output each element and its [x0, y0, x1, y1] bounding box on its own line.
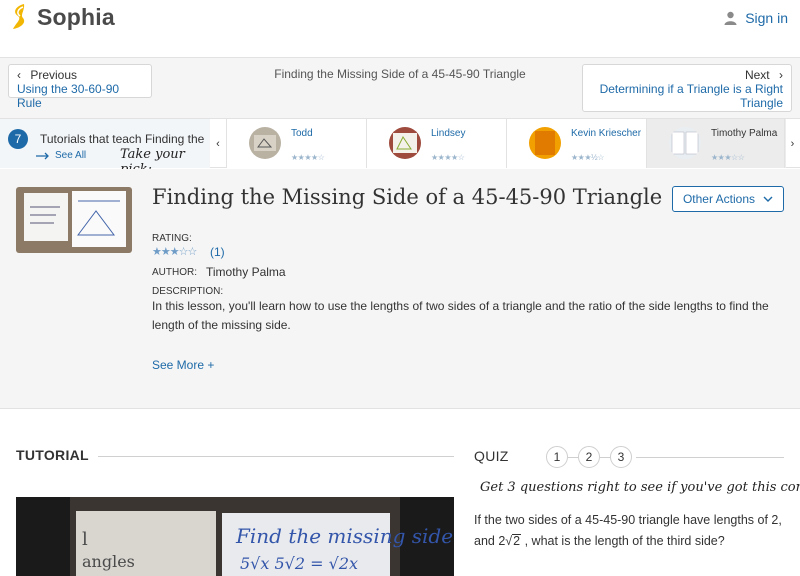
rating-count[interactable]: (1) [210, 245, 225, 259]
lesson-navigation: ‹ Previous Using the 30-60-90 Rule Findi… [0, 58, 800, 118]
site-header: Sophia Sign in [0, 0, 800, 58]
see-all-link[interactable]: See All [36, 150, 86, 161]
tutor-name: Lindsey [431, 128, 466, 139]
rating-stars: ★★★½☆ [571, 153, 604, 162]
chevron-left-icon: ‹ [17, 68, 21, 82]
previous-label-row: ‹ Previous [17, 68, 143, 82]
rating-stars: ★★★★☆ [291, 153, 325, 162]
rating-stars: ★★★☆☆ [711, 153, 745, 162]
carousel-next-button[interactable]: › [784, 119, 800, 168]
tutorials-carousel: 7 Tutorials that teach Finding the See A… [0, 118, 800, 177]
see-more-link[interactable]: See More + [152, 358, 214, 372]
tutorial-card-lindsey[interactable]: Lindsey ★★★★☆ [366, 119, 506, 168]
author-name: Timothy Palma [206, 265, 286, 279]
sophia-logo-text: Sophia [37, 3, 115, 30]
quiz-question-sqrt-value: 2 [512, 534, 522, 548]
next-label: Next [744, 68, 770, 82]
svg-text:l: l [82, 529, 88, 550]
sophia-logo-icon [13, 4, 25, 29]
author-label: AUTHOR: [152, 267, 197, 278]
see-all-label: See All [55, 150, 87, 161]
quiz-question-part-b: , what is the length of the third side? [524, 534, 725, 548]
tutorial-card-timothy-palma[interactable]: Timothy Palma ★★★☆☆ [646, 119, 786, 168]
lesson-details: Finding the Missing Side of a 45-45-90 T… [0, 169, 800, 409]
arrow-right-icon [36, 152, 49, 159]
quiz-progress-line [568, 456, 578, 458]
chevron-left-icon: ‹ [216, 137, 220, 150]
tutorial-card-kevin-kriescher[interactable]: Kevin Kriescher ★★★½☆ [506, 119, 646, 168]
chevron-right-icon: › [779, 68, 783, 82]
lesson-thumbnail[interactable] [16, 187, 132, 253]
next-lesson-button[interactable]: Next › Determining if a Triangle is a Ri… [582, 64, 792, 112]
tutor-thumbnail [249, 127, 281, 159]
svg-text:5√x 5√2 = √2x: 5√x 5√2 = √2x [240, 554, 358, 573]
sign-in-label: Sign in [745, 10, 788, 26]
svg-text:angles: angles [82, 552, 135, 571]
previous-lesson-button[interactable]: ‹ Previous Using the 30-60-90 Rule [8, 64, 152, 110]
lesson-description: In this lesson, you'll learn how to use … [152, 299, 769, 332]
tutorial-heading: TUTORIAL [16, 447, 89, 463]
lesson-rating-stars: ★★★☆☆ [152, 246, 197, 258]
other-actions-button[interactable]: Other Actions [672, 186, 784, 212]
tutor-thumbnail [389, 127, 421, 159]
quiz-question-text: If the two sides of a 45-45-90 triangle … [474, 510, 784, 552]
quiz-progress-line [600, 456, 610, 458]
tutor-thumbnail [529, 127, 561, 159]
quiz-heading: QUIZ [474, 448, 509, 464]
description-label: DESCRIPTION: [152, 286, 224, 297]
sqrt-symbol: √ [505, 534, 513, 548]
quiz-question-2[interactable]: 2 [578, 446, 600, 468]
chevron-down-icon [763, 196, 773, 202]
tutor-name: Todd [291, 128, 313, 139]
sign-in-link[interactable]: Sign in [724, 10, 788, 26]
rating-stars: ★★★★☆ [431, 153, 465, 162]
quiz-hint: Get 3 questions right to see if you've g… [480, 480, 800, 495]
tutorial-video-player[interactable]: Find the missing side 5√x 5√2 = √2x l an… [16, 497, 454, 576]
chevron-right-icon: › [790, 137, 795, 150]
divider [636, 457, 784, 458]
lesson-title: Finding the Missing Side of a 45-45-90 T… [152, 185, 663, 209]
quiz-question-3[interactable]: 3 [610, 446, 632, 468]
tutor-name: Timothy Palma [711, 128, 778, 139]
next-label-row: Next › [591, 68, 783, 82]
quiz-progress: 1 2 3 [546, 446, 632, 468]
tutorials-summary-text: Tutorials that teach Finding the [40, 132, 205, 146]
tutor-name: Kevin Kriescher [571, 128, 642, 139]
carousel-prev-button[interactable]: ‹ [210, 119, 226, 168]
next-lesson-title: Determining if a Triangle is a Right Tri… [599, 82, 783, 110]
tutor-thumbnail [669, 127, 701, 159]
tutorials-summary: 7 Tutorials that teach Finding the See A… [0, 119, 210, 177]
sophia-logo[interactable]: Sophia [10, 3, 115, 31]
tutorial-count-badge: 7 [8, 129, 28, 149]
rating-label: RATING: [152, 233, 192, 244]
tutorial-card-todd[interactable]: Todd ★★★★☆ [226, 119, 366, 168]
current-lesson-title: Finding the Missing Side of a 45-45-90 T… [274, 67, 526, 81]
divider [98, 456, 454, 457]
svg-text:Find the missing side: Find the missing side [235, 524, 453, 548]
other-actions-label: Other Actions [682, 192, 756, 206]
quiz-question-1[interactable]: 1 [546, 446, 568, 468]
user-icon [724, 11, 737, 25]
previous-lesson-title: Using the 30-60-90 Rule [17, 82, 120, 110]
previous-label: Previous [30, 68, 78, 82]
